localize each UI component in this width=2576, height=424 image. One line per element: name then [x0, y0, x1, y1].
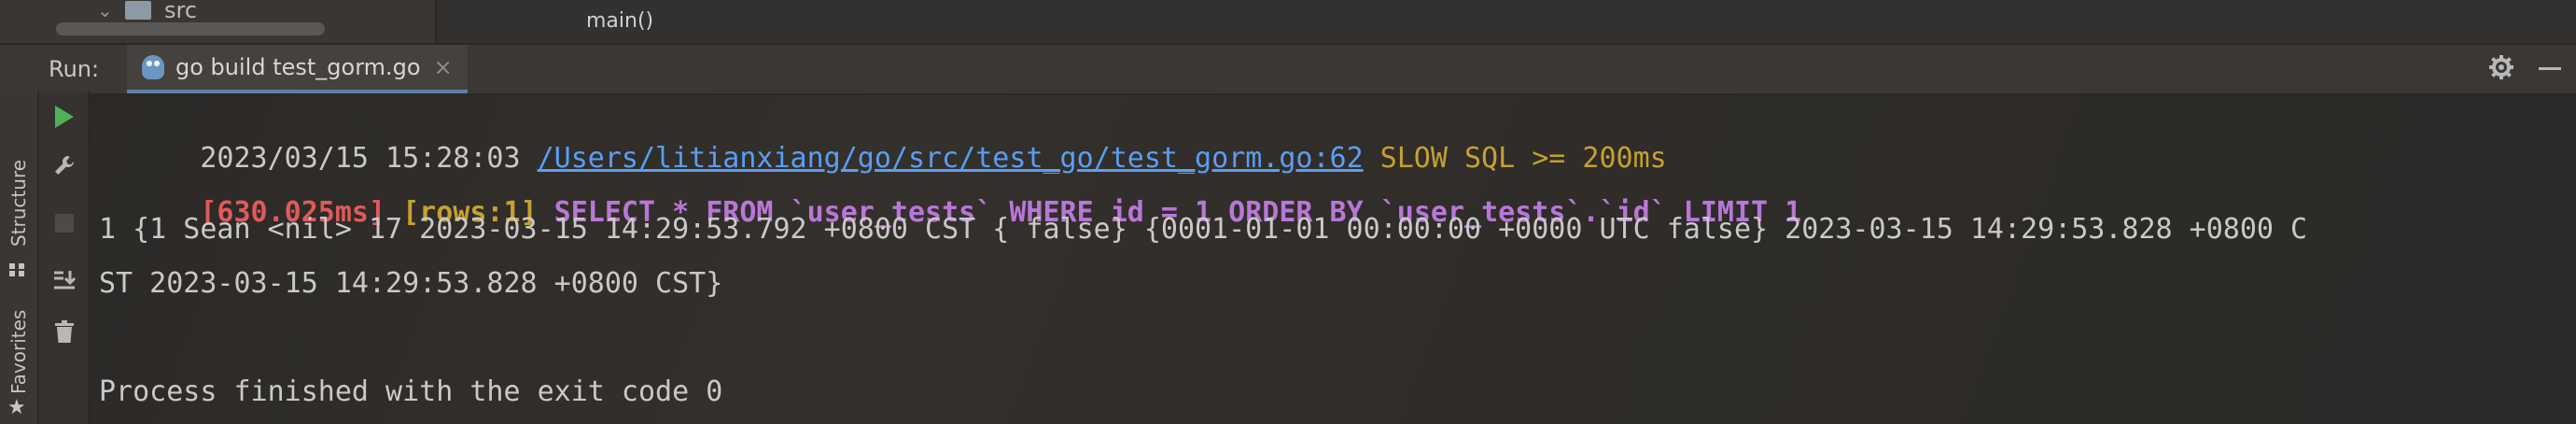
- horizontal-scrollbar[interactable]: [56, 22, 325, 35]
- structure-tool-button[interactable]: Structure: [4, 142, 34, 263]
- structure-icon: [9, 263, 24, 276]
- side-tool-strip: Structure Favorites ★: [0, 92, 39, 424]
- project-tree-item-src[interactable]: ⌄ src: [97, 0, 198, 23]
- rerun-icon[interactable]: [52, 105, 77, 129]
- trash-icon[interactable]: [52, 319, 77, 344]
- run-action-toolbar: [39, 92, 90, 424]
- tree-item-label: src: [164, 0, 198, 23]
- close-icon[interactable]: ×: [434, 54, 453, 80]
- gear-icon[interactable]: [2488, 54, 2514, 80]
- run-tab-title: go build test_gorm.go: [175, 54, 421, 80]
- console-output[interactable]: 2023/03/15 15:28:03 /Users/litianxiang/g…: [99, 92, 2572, 424]
- wrench-icon[interactable]: [52, 153, 77, 177]
- header-actions: [2488, 54, 2561, 80]
- favorites-tool-button[interactable]: Favorites: [4, 301, 34, 403]
- scroll-to-end-icon[interactable]: [52, 267, 77, 291]
- star-icon: ★: [7, 396, 26, 419]
- gopher-icon: [142, 55, 164, 79]
- breadcrumb[interactable]: main(): [586, 9, 653, 33]
- stop-icon[interactable]: [52, 211, 77, 235]
- editor-strip: ⌄ src main(): [0, 0, 2576, 43]
- console-line: ST 2023-03-15 14:29:53.828 +0800 CST}: [99, 267, 723, 300]
- chevron-down-icon[interactable]: ⌄: [97, 0, 116, 21]
- process-exit-message: Process finished with the exit code 0: [99, 375, 723, 408]
- folder-icon: [125, 1, 151, 20]
- run-tab[interactable]: go build test_gorm.go ×: [127, 45, 468, 93]
- console-line: [630.025ms] [rows:1] SELECT * FROM `user…: [99, 157, 1801, 229]
- console-line: 2023/03/15 15:28:03 /Users/litianxiang/g…: [99, 103, 1666, 175]
- ide-window: ⌄ src main() Run: go build test_gorm.go …: [0, 0, 2576, 424]
- minimize-icon[interactable]: [2539, 66, 2561, 70]
- run-tool-header: Run: go build test_gorm.go ×: [0, 43, 2576, 95]
- run-label: Run:: [49, 56, 100, 82]
- console-line: 1 {1 Sean <nil> 17 2023-03-15 14:29:53.7…: [99, 213, 2308, 246]
- project-pane: ⌄ src: [0, 0, 437, 43]
